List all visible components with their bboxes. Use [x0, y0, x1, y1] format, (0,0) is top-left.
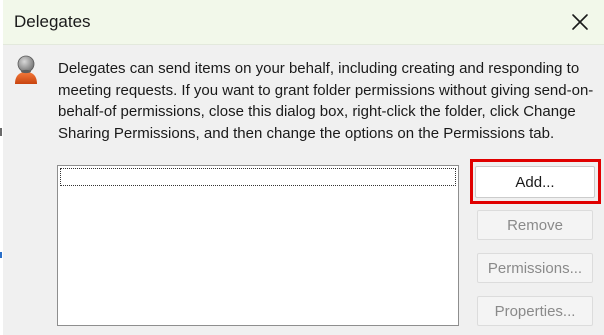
- background-edge-mark: [0, 128, 2, 136]
- list-focus-indicator: [60, 168, 456, 186]
- add-button[interactable]: Add...: [475, 166, 595, 198]
- dialog-content: Delegates can send items on your behalf,…: [3, 45, 604, 335]
- title-bar: Delegates: [3, 0, 604, 45]
- delegates-description: Delegates can send items on your behalf,…: [58, 60, 594, 142]
- properties-button[interactable]: Properties...: [477, 296, 593, 326]
- permissions-button[interactable]: Permissions...: [477, 253, 593, 283]
- remove-button[interactable]: Remove: [477, 210, 593, 240]
- close-icon: [572, 14, 588, 30]
- close-button[interactable]: [564, 6, 596, 38]
- delegates-dialog: Delegates Delegates can send items on yo…: [0, 0, 604, 335]
- delegates-list[interactable]: [57, 165, 459, 326]
- dialog-title: Delegates: [14, 12, 91, 31]
- delegate-user-icon: [15, 55, 37, 84]
- background-edge-mark: [0, 252, 2, 258]
